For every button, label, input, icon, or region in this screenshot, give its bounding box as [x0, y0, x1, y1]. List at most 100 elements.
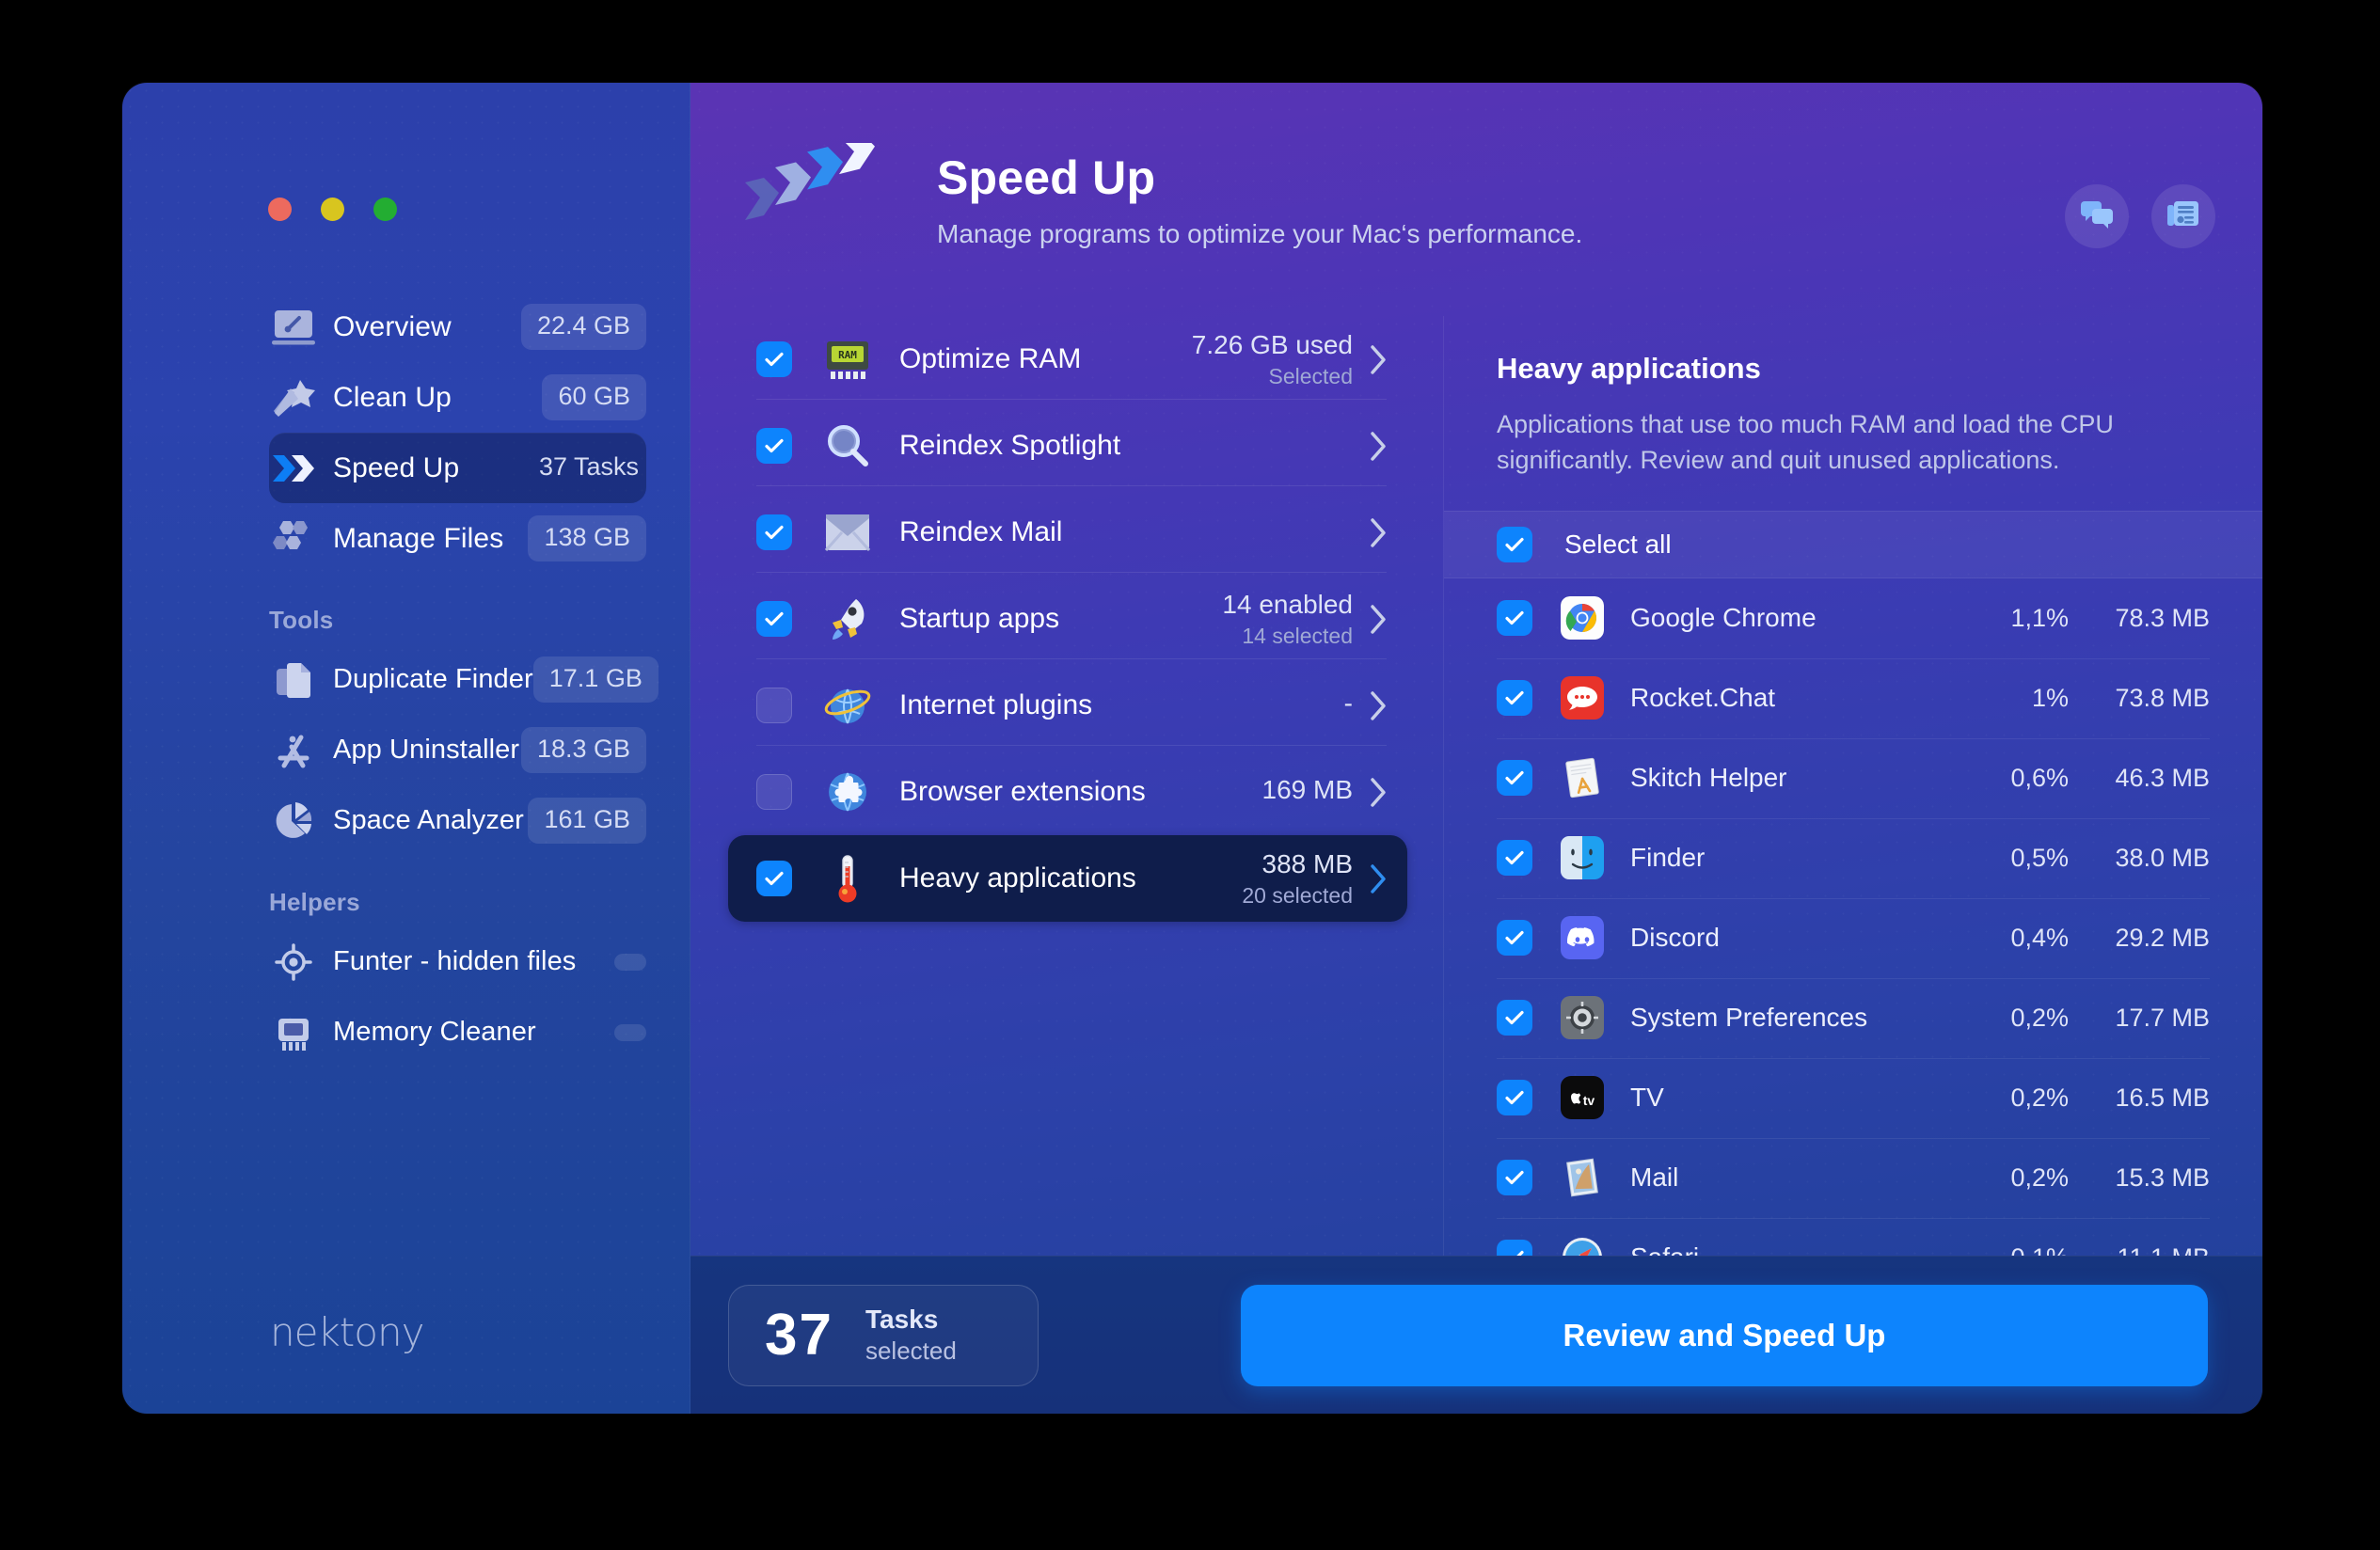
task-checkbox[interactable]	[756, 341, 792, 377]
task-row[interactable]: Startup apps 14 enabled 14 selected	[728, 572, 1407, 662]
task-checkbox[interactable]	[756, 774, 792, 810]
sidebar-section-helpers: Helpers	[269, 888, 360, 916]
table-row[interactable]: Skitch Helper 0,6% 46.3 MB	[1444, 737, 2262, 818]
table-row[interactable]: Google Chrome 1,1% 78.3 MB	[1444, 578, 2262, 658]
chevron-right-icon[interactable]	[1370, 777, 1387, 807]
sidebar-item-funter[interactable]: Funter - hidden files	[269, 926, 646, 997]
task-row[interactable]: RAM Optimize RAM 7.26 GB used Selected	[728, 316, 1407, 403]
task-row[interactable]: Browser extensions 169 MB	[728, 745, 1407, 835]
sidebar-item-speed-up[interactable]: Speed Up 37 Tasks	[269, 433, 646, 503]
chevron-right-icon[interactable]	[1370, 344, 1387, 374]
chat-bubbles-icon	[2080, 199, 2114, 234]
chevron-right-icon[interactable]	[1370, 690, 1387, 720]
speed-up-icon	[269, 447, 318, 490]
app-name: Safari	[1630, 1242, 1699, 1256]
sidebar-item-label: Clean Up	[333, 381, 452, 413]
minimize-button[interactable]	[321, 198, 344, 221]
row-checkbox[interactable]	[1497, 840, 1532, 877]
task-subvalue: 14 selected	[1242, 623, 1353, 648]
app-cpu: 0,1%	[1928, 1243, 2069, 1256]
row-checkbox[interactable]	[1497, 1080, 1532, 1116]
header-actions	[2065, 184, 2215, 248]
task-value: 388 MB	[1261, 848, 1354, 878]
detail-description: Applications that use too much RAM and l…	[1497, 410, 2114, 475]
zoom-button[interactable]	[373, 198, 397, 221]
task-checkbox[interactable]	[756, 428, 792, 464]
row-checkbox[interactable]	[1497, 920, 1532, 957]
table-row[interactable]: Finder 0,5% 38.0 MB	[1444, 817, 2262, 898]
table-row[interactable]: System Preferences 0,2% 17.7 MB	[1444, 977, 2262, 1058]
task-value: 7.26 GB used	[1191, 329, 1353, 359]
row-checkbox[interactable]	[1497, 1240, 1532, 1256]
task-checkbox[interactable]	[756, 601, 792, 637]
app-name: Rocket.Chat	[1630, 683, 1776, 713]
select-all-checkbox[interactable]	[1497, 526, 1532, 562]
review-and-speed-up-button[interactable]: Review and Speed Up	[1241, 1284, 2208, 1386]
task-row[interactable]: Reindex Mail	[728, 485, 1407, 576]
chevron-right-icon[interactable]	[1370, 517, 1387, 547]
sidebar-item-label: App Uninstaller	[333, 735, 520, 765]
task-label: Startup apps	[899, 603, 1060, 634]
mail-envelope-icon	[822, 507, 873, 558]
table-row[interactable]: Discord 0,4% 29.2 MB	[1444, 897, 2262, 978]
app-memory: 17.7 MB	[2115, 1003, 2210, 1032]
sidebar-item-duplicate-finder[interactable]: Duplicate Finder 17.1 GB	[269, 644, 658, 715]
task-list: RAM Optimize RAM 7.26 GB used Selected R…	[690, 316, 1443, 1256]
app-memory: 38.0 MB	[2115, 843, 2210, 872]
sidebar-item-app-uninstaller[interactable]: App Uninstaller 18.3 GB	[269, 715, 646, 785]
app-cpu: 1%	[2031, 683, 2069, 712]
app-memory: 15.3 MB	[2115, 1162, 2210, 1192]
footer-bar: 37 Tasks selected Review and Speed Up	[690, 1256, 2262, 1414]
heavy-applications-list[interactable]: Google Chrome 1,1% 78.3 MB Rocket.Chat 1…	[1444, 578, 2262, 1256]
sidebar-item-manage-files[interactable]: Manage Files 138 GB	[269, 503, 646, 574]
row-checkbox[interactable]	[1497, 680, 1532, 717]
sidebar-item-label: Funter - hidden files	[333, 946, 577, 976]
funter-icon	[269, 941, 318, 984]
task-row[interactable]: Reindex Spotlight	[728, 399, 1407, 489]
mail-app-icon	[1561, 1156, 1604, 1199]
table-row[interactable]: Mail 0,2% 15.3 MB	[1444, 1137, 2262, 1218]
app-name: TV	[1630, 1083, 1664, 1113]
chevron-right-icon[interactable]	[1370, 604, 1387, 634]
sidebar-item-overview[interactable]: Overview 22.4 GB	[269, 292, 646, 362]
task-label: Heavy applications	[899, 862, 1136, 894]
close-button[interactable]	[268, 198, 292, 221]
task-value: 14 enabled	[1222, 589, 1353, 619]
sidebar-item-memory-cleaner[interactable]: Memory Cleaner	[269, 997, 646, 1068]
sidebar-item-label: Overview	[333, 310, 452, 342]
select-all-row[interactable]: Select all	[1444, 510, 2262, 578]
sidebar-item-label: Speed Up	[333, 451, 460, 483]
row-checkbox[interactable]	[1497, 600, 1532, 637]
chevron-right-icon[interactable]	[1370, 431, 1387, 461]
task-checkbox[interactable]	[756, 861, 792, 896]
task-checkbox[interactable]	[756, 688, 792, 723]
chevron-right-icon[interactable]	[1370, 863, 1387, 894]
sidebar-item-clean-up[interactable]: Clean Up 60 GB	[269, 362, 646, 433]
table-row[interactable]: tv TV 0,2% 16.5 MB	[1444, 1057, 2262, 1138]
row-checkbox[interactable]	[1497, 1000, 1532, 1036]
sidebar-item-label: Memory Cleaner	[333, 1017, 536, 1047]
sidebar-item-space-analyzer[interactable]: Space Analyzer 161 GB	[269, 785, 646, 856]
app-cpu: 1,1%	[2010, 603, 2069, 632]
sidebar-item-badge: 161 GB	[528, 798, 646, 844]
tasks-selected-chip: 37 Tasks selected	[728, 1284, 1039, 1386]
app-name: Mail	[1630, 1162, 1679, 1193]
detail-panel: Heavy applications Applications that use…	[1443, 316, 2262, 1256]
task-value: -	[1343, 688, 1353, 718]
duplicate-finder-icon	[269, 658, 318, 702]
table-row[interactable]: Rocket.Chat 1% 73.8 MB	[1444, 657, 2262, 738]
sidebar-item-badge: 17.1 GB	[532, 656, 658, 703]
news-button[interactable]	[2151, 184, 2215, 248]
task-checkbox[interactable]	[756, 514, 792, 550]
support-chat-button[interactable]	[2065, 184, 2129, 248]
task-row[interactable]: Internet plugins -	[728, 658, 1407, 749]
app-cpu: 0,2%	[2010, 1003, 2069, 1032]
task-row[interactable]: Heavy applications 388 MB 20 selected	[728, 835, 1407, 922]
row-checkbox[interactable]	[1497, 760, 1532, 797]
table-row[interactable]: Safari 0,1% 11.1 MB	[1444, 1217, 2262, 1256]
select-all-label: Select all	[1564, 529, 1672, 559]
task-label: Internet plugins	[899, 689, 1093, 720]
globe-puzzle-icon	[822, 767, 873, 817]
row-checkbox[interactable]	[1497, 1160, 1532, 1196]
app-memory: 46.3 MB	[2115, 763, 2210, 792]
